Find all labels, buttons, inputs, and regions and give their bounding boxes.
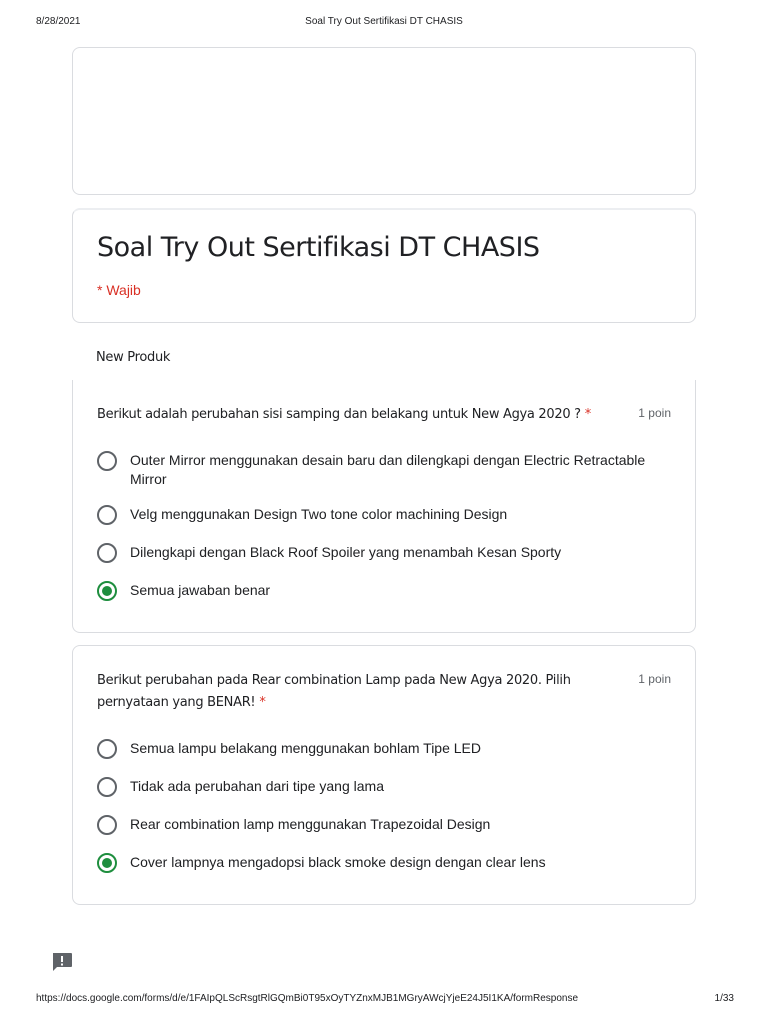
radio-option[interactable]: Velg menggunakan Design Two tone color m… <box>97 505 677 525</box>
radio-button[interactable] <box>97 451 117 471</box>
form-title: Soal Try Out Sertifikasi DT CHASIS <box>97 232 540 263</box>
radio-option-selected[interactable]: Cover lampnya mengadopsi black smoke des… <box>97 853 677 873</box>
radio-button[interactable] <box>97 543 117 563</box>
radio-option[interactable]: Tidak ada perubahan dari tipe yang lama <box>97 777 677 797</box>
header-banner-card <box>72 47 696 195</box>
question-label: Berikut adalah perubahan sisi samping da… <box>97 407 581 422</box>
report-feedback-icon[interactable] <box>51 952 73 972</box>
print-header: 8/28/2021 Soal Try Out Sertifikasi DT CH… <box>0 16 768 30</box>
radio-button[interactable] <box>97 739 117 759</box>
question-label: Berikut perubahan pada Rear combination … <box>97 673 571 710</box>
option-label: Tidak ada perubahan dari tipe yang lama <box>130 778 384 794</box>
radio-option[interactable]: Dilengkapi dengan Black Roof Spoiler yan… <box>97 543 677 563</box>
question-card-2: Berikut perubahan pada Rear combination … <box>72 645 696 905</box>
radio-option[interactable]: Rear combination lamp menggunakan Trapez… <box>97 815 677 835</box>
print-url: https://docs.google.com/forms/d/e/1FAIpQ… <box>36 993 579 1004</box>
option-label: Semua lampu belakang menggunakan bohlam … <box>130 740 482 756</box>
radio-button-checked[interactable] <box>97 581 117 601</box>
print-doc-title: Soal Try Out Sertifikasi DT CHASIS <box>305 16 463 27</box>
question-card-1: Berikut adalah perubahan sisi samping da… <box>72 380 696 633</box>
section-title: New Produk <box>96 350 171 365</box>
option-label: Outer Mirror menggunakan desain baru dan… <box>130 452 646 487</box>
option-label: Semua jawaban benar <box>130 582 271 598</box>
option-label: Dilengkapi dengan Black Roof Spoiler yan… <box>130 544 562 560</box>
form-title-card: Soal Try Out Sertifikasi DT CHASIS * Waj… <box>72 208 696 323</box>
radio-button-checked[interactable] <box>97 853 117 873</box>
radio-option-selected[interactable]: Semua jawaban benar <box>97 581 677 601</box>
option-label: Rear combination lamp menggunakan Trapez… <box>130 816 491 832</box>
required-mark: * <box>584 407 592 422</box>
radio-button[interactable] <box>97 815 117 835</box>
option-label: Cover lampnya mengadopsi black smoke des… <box>130 854 546 870</box>
radio-option[interactable]: Outer Mirror menggunakan desain baru dan… <box>97 451 677 491</box>
radio-button[interactable] <box>97 505 117 525</box>
radio-option[interactable]: Semua lampu belakang menggunakan bohlam … <box>97 739 677 759</box>
required-note: * Wajib <box>97 282 141 298</box>
question-text: Berikut adalah perubahan sisi samping da… <box>97 404 617 426</box>
print-footer: https://docs.google.com/forms/d/e/1FAIpQ… <box>0 993 768 1007</box>
page-number: 1/33 <box>714 993 734 1004</box>
radio-button[interactable] <box>97 777 117 797</box>
option-label: Velg menggunakan Design Two tone color m… <box>130 506 508 522</box>
question-points: 1 poin <box>638 672 671 686</box>
question-points: 1 poin <box>638 406 671 420</box>
required-mark: * <box>259 695 266 710</box>
question-text: Berikut perubahan pada Rear combination … <box>97 670 617 714</box>
